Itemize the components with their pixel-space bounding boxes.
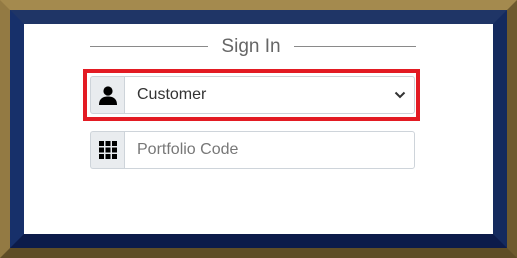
user-icon bbox=[90, 76, 124, 114]
sign-in-title-row: Sign In bbox=[90, 36, 416, 58]
title-divider-right bbox=[294, 46, 416, 47]
role-select-value: Customer bbox=[137, 86, 207, 103]
sign-in-title: Sign In bbox=[221, 36, 281, 57]
title-divider-left bbox=[90, 46, 208, 47]
chevron-down-icon bbox=[394, 91, 406, 99]
portfolio-code-input[interactable]: Portfolio Code bbox=[124, 131, 415, 169]
portfolio-code-placeholder: Portfolio Code bbox=[137, 141, 239, 158]
portfolio-code-group: Portfolio Code bbox=[90, 131, 415, 169]
role-select[interactable]: Customer bbox=[124, 76, 415, 114]
role-select-group: Customer bbox=[90, 76, 415, 114]
grid-icon bbox=[90, 131, 124, 169]
sign-in-panel: Sign In Customer Portfolio Code bbox=[24, 24, 493, 234]
